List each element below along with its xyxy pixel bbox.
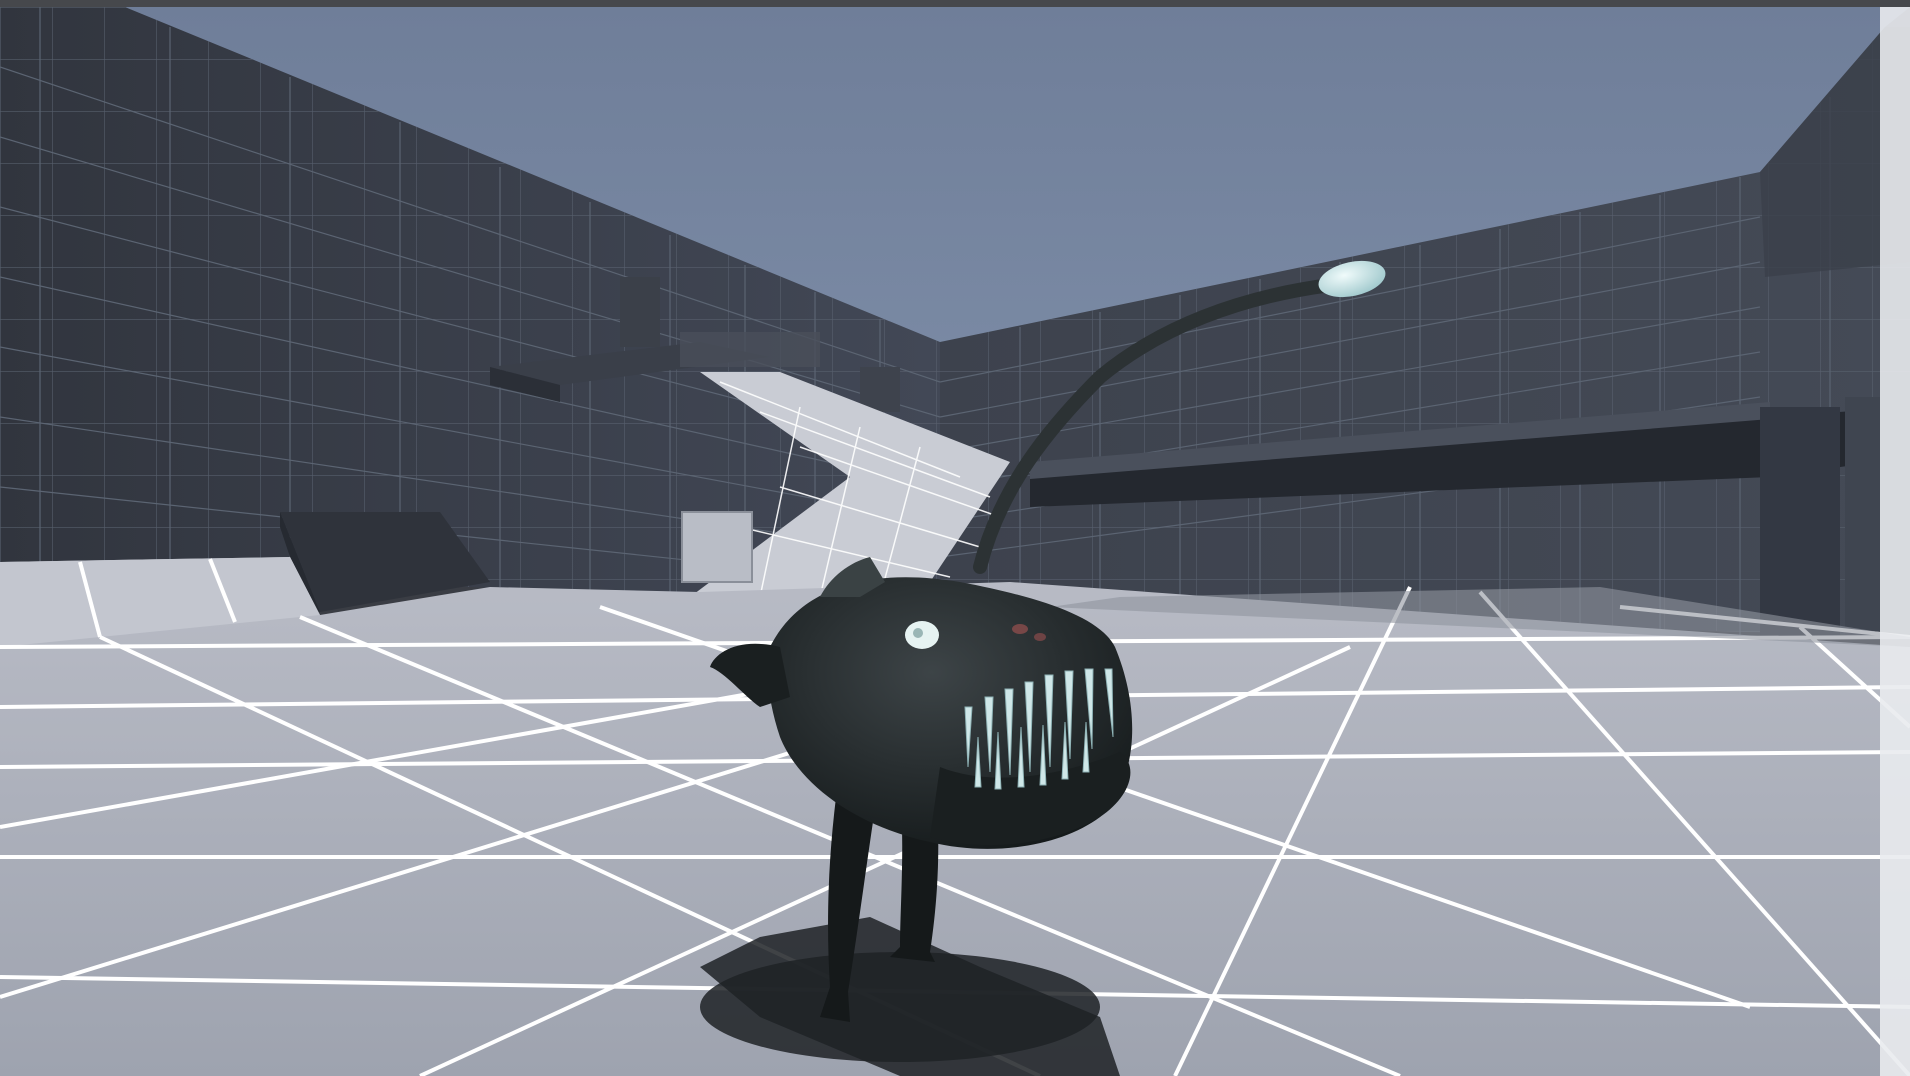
game-viewport[interactable] <box>0 7 1910 1076</box>
window-top-bar <box>0 0 1910 7</box>
game-window <box>0 0 1910 1076</box>
viewport-edge <box>1880 7 1910 1076</box>
scene-svg <box>0 7 1910 1076</box>
